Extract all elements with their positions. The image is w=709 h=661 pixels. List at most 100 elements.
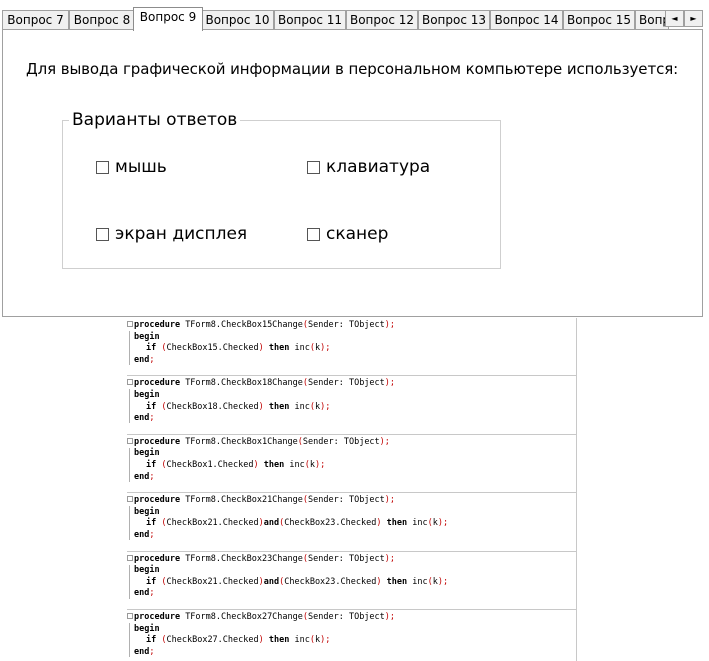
answer-options-group: Варианты ответов мышь клавиатура экран д… (62, 110, 501, 269)
paren-close: ) (376, 518, 382, 529)
code-line: if (CheckBox18.Checked) then inc(k); (127, 402, 576, 414)
keyword-then: then (268, 401, 290, 412)
keyword-and: and (263, 576, 280, 587)
condition: CheckBox18.Checked (166, 401, 259, 412)
tab-question-12[interactable]: Вопрос 12 (346, 10, 418, 30)
checkbox-box[interactable] (96, 227, 109, 241)
paren-close: ) (258, 343, 264, 354)
code-line: procedure TForm8.CheckBox18Change(Sender… (127, 378, 576, 390)
condition: CheckBox21.Checked (166, 576, 259, 587)
keyword-end: end (134, 413, 150, 424)
tab-question-7[interactable]: Вопрос 7 (2, 10, 69, 30)
tab-question-9[interactable]: Вопрос 9 (133, 7, 203, 31)
code-line: begin (127, 565, 576, 577)
paren-close: ) (376, 576, 382, 587)
tab-panel: Для вывода графической информации в перс… (2, 29, 703, 317)
code-line: end; (127, 647, 576, 659)
semicolon: ; (149, 354, 155, 365)
code-line: procedure TForm8.CheckBox23Change(Sender… (127, 554, 576, 566)
checkbox-box[interactable] (96, 160, 109, 174)
keyword-if: if (146, 518, 157, 529)
option-display-checkbox[interactable]: экран дисплея (96, 224, 247, 244)
code-line: procedure TForm8.CheckBox15Change(Sender… (127, 320, 576, 332)
procedure-name: TForm8.CheckBox1Change (185, 436, 298, 447)
condition: CheckBox21.Checked (166, 518, 259, 529)
scroll-left-icon[interactable]: ◄ (665, 10, 684, 27)
keyword-begin: begin (134, 331, 160, 342)
condition: CheckBox23.Checked (284, 576, 377, 587)
code-line: begin (127, 507, 576, 519)
keyword-if: if (146, 401, 157, 412)
paren-close: ); (320, 635, 331, 646)
call-name: inc (294, 635, 310, 646)
checkbox-box[interactable] (307, 160, 320, 174)
condition: CheckBox23.Checked (284, 518, 377, 529)
keyword-then: then (386, 518, 408, 529)
question-text: Для вывода графической информации в перс… (26, 60, 679, 78)
keyword-then: then (268, 343, 290, 354)
option-label: мышь (115, 157, 167, 177)
procedure-name: TForm8.CheckBox23Change (185, 553, 303, 564)
semicolon: ; (149, 588, 155, 599)
paren-close: ) (253, 459, 259, 470)
call-name: inc (412, 518, 428, 529)
call-name: inc (294, 401, 310, 412)
keyword-end: end (134, 588, 150, 599)
keyword-begin: begin (134, 565, 160, 576)
tab-question-13[interactable]: Вопрос 13 (418, 10, 490, 30)
keyword-and: and (263, 518, 280, 529)
procedure-params: Sender: TObject (308, 611, 385, 622)
tab-question-16-partial[interactable]: Вопр (635, 10, 669, 30)
keyword-begin: begin (134, 506, 160, 517)
semicolon: ; (149, 646, 155, 657)
tab-question-8[interactable]: Вопрос 8 (69, 10, 135, 30)
tab-strip: Вопрос 7 Вопрос 8 Вопрос 9 Вопрос 10 Воп… (2, 7, 704, 31)
tab-question-15[interactable]: Вопрос 15 (563, 10, 635, 30)
keyword-if: if (146, 343, 157, 354)
paren-close: ); (384, 611, 396, 622)
code-line: begin (127, 390, 576, 402)
tab-question-11[interactable]: Вопрос 11 (274, 10, 346, 30)
code-line: if (CheckBox1.Checked) then inc(k); (127, 460, 576, 472)
procedure-name: TForm8.CheckBox15Change (185, 320, 303, 330)
paren-close: ) (258, 401, 264, 412)
procedure-name: TForm8.CheckBox27Change (185, 611, 303, 622)
tab-question-10[interactable]: Вопрос 10 (201, 10, 274, 30)
code-line: end; (127, 472, 576, 484)
checkbox-box[interactable] (307, 227, 320, 241)
code-block: procedure TForm8.CheckBox1Change(Sender:… (127, 435, 576, 494)
condition: CheckBox1.Checked (166, 459, 254, 470)
code-line: end; (127, 413, 576, 425)
keyword-if: if (146, 635, 157, 646)
option-label: клавиатура (326, 157, 431, 177)
tab-question-14[interactable]: Вопрос 14 (490, 10, 563, 30)
keyword-end: end (134, 529, 150, 540)
keyword-then: then (386, 576, 408, 587)
option-scanner-checkbox[interactable]: сканер (307, 224, 388, 244)
tab-scroll-buttons: ◄ ► (665, 10, 703, 27)
procedure-params: Sender: TObject (308, 320, 385, 330)
condition: CheckBox15.Checked (166, 343, 259, 354)
code-line: if (CheckBox15.Checked) then inc(k); (127, 343, 576, 355)
option-mouse-checkbox[interactable]: мышь (96, 157, 167, 177)
paren-close: ); (437, 576, 449, 587)
keyword-procedure: procedure (134, 320, 181, 330)
code-line: begin (127, 332, 576, 344)
code-snippets: procedure TForm8.CheckBox15Change(Sender… (127, 318, 577, 661)
keyword-procedure: procedure (134, 436, 181, 447)
keyword-then: then (263, 459, 285, 470)
paren-close: ); (437, 518, 449, 529)
code-block: procedure TForm8.CheckBox23Change(Sender… (127, 552, 576, 610)
option-label: экран дисплея (115, 224, 248, 244)
call-name: inc (412, 576, 428, 587)
paren-close: ); (320, 343, 331, 354)
scroll-right-icon[interactable]: ► (684, 10, 703, 27)
call-name: inc (289, 459, 305, 470)
keyword-begin: begin (134, 389, 160, 400)
code-block: procedure TForm8.CheckBox15Change(Sender… (127, 318, 576, 377)
code-line: if (CheckBox21.Checked)and(CheckBox23.Ch… (127, 577, 576, 589)
procedure-name: TForm8.CheckBox18Change (185, 378, 303, 389)
option-keyboard-checkbox[interactable]: клавиатура (307, 157, 430, 177)
paren-close: ); (314, 459, 326, 470)
code-block: procedure TForm8.CheckBox27Change(Sender… (127, 610, 576, 661)
